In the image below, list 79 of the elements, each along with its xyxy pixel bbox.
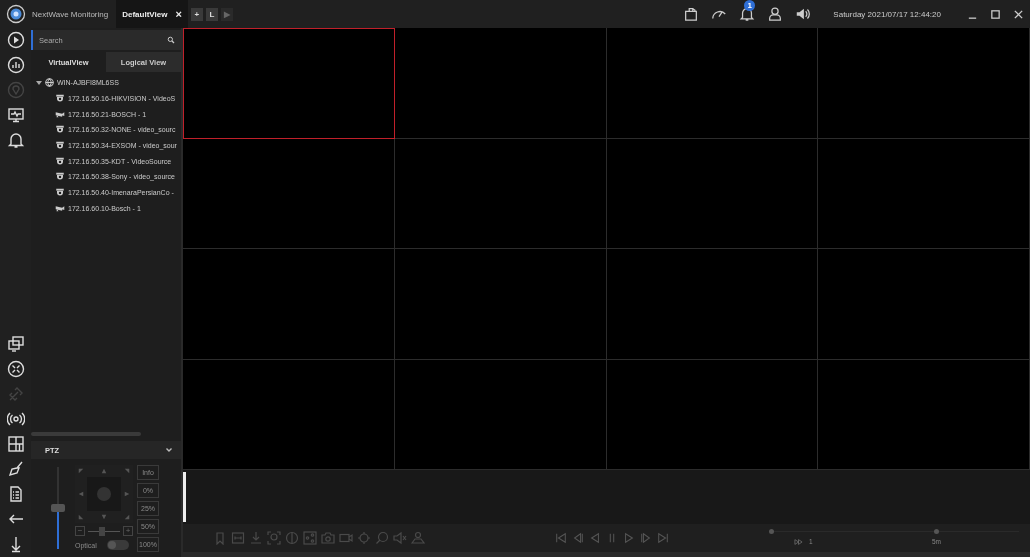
play-icon[interactable]: [6, 31, 25, 49]
pan-arrow-icon[interactable]: [78, 491, 84, 497]
pan-arrow-icon[interactable]: [78, 468, 84, 474]
skip-end-icon[interactable]: [657, 532, 669, 544]
layout-icon[interactable]: [6, 435, 25, 453]
video-tile[interactable]: [818, 138, 1030, 249]
dome-camera-icon: [55, 188, 65, 198]
notification-badge: 1: [744, 0, 756, 11]
video-tile[interactable]: [394, 359, 607, 470]
optical-toggle[interactable]: [106, 540, 129, 550]
expand-caret-icon[interactable]: [36, 79, 42, 86]
video-tile[interactable]: [183, 249, 395, 360]
video-tile[interactable]: [606, 28, 819, 139]
broadcast-icon[interactable]: [6, 410, 25, 428]
dome-camera-icon: [55, 94, 65, 104]
close-button[interactable]: ×: [175, 8, 182, 20]
fit-width-icon[interactable]: [231, 531, 245, 545]
video-tile[interactable]: [183, 28, 395, 139]
dome-camera-icon: [55, 125, 65, 135]
app-title: NextWave Monitoring: [32, 9, 109, 19]
date-time: Saturday 2021/07/17 12:44:20: [833, 9, 941, 19]
person-icon[interactable]: [411, 531, 425, 545]
maximize-icon[interactable]: [990, 8, 1001, 20]
video-tile[interactable]: [394, 28, 607, 139]
pan-arrow-icon[interactable]: [101, 468, 107, 474]
speed-slider-handle[interactable]: [769, 529, 774, 534]
search-icon[interactable]: [167, 36, 175, 44]
download-icon[interactable]: [249, 531, 263, 545]
screens-icon[interactable]: [6, 335, 25, 353]
contrast-icon[interactable]: [285, 531, 299, 545]
pan-arrow-icon[interactable]: [124, 468, 130, 474]
video-tile[interactable]: [818, 249, 1030, 360]
close-icon[interactable]: [1013, 8, 1024, 20]
play-reverse-icon[interactable]: [589, 532, 601, 544]
user-icon[interactable]: [767, 6, 784, 22]
range-slider-handle[interactable]: [934, 529, 939, 534]
video-icon[interactable]: [339, 531, 353, 545]
video-tile[interactable]: [394, 138, 607, 249]
view-tab[interactable]: DefaultView ×: [116, 0, 188, 28]
target-icon[interactable]: [357, 531, 371, 545]
video-tile[interactable]: [394, 249, 607, 360]
dome-camera-icon: [55, 172, 65, 182]
video-tile[interactable]: [606, 249, 819, 360]
bookmark-icon[interactable]: [213, 531, 227, 545]
video-tile[interactable]: [183, 359, 395, 470]
video-tile[interactable]: [818, 359, 1030, 470]
tab-action-button[interactable]: L: [205, 7, 218, 21]
pan-arrow-icon[interactable]: [78, 514, 84, 520]
tab-action-button[interactable]: +: [190, 7, 203, 21]
chart-icon[interactable]: [6, 56, 25, 74]
fast-forward-icon[interactable]: [794, 538, 803, 545]
step-forward-icon[interactable]: [640, 532, 652, 544]
pan-arrow-icon[interactable]: [124, 491, 130, 497]
video-tile[interactable]: [606, 359, 819, 470]
video-tile[interactable]: [183, 138, 395, 249]
globe-icon: [45, 78, 54, 88]
video-tile[interactable]: [606, 138, 819, 249]
monitor-icon[interactable]: [6, 106, 25, 124]
joystick-knob[interactable]: [97, 487, 111, 501]
bell-icon[interactable]: [739, 6, 756, 22]
expand-icon[interactable]: [6, 360, 25, 378]
video-tile[interactable]: [818, 28, 1030, 139]
clipboard-icon[interactable]: [683, 6, 700, 22]
pan-arrow-icon[interactable]: [124, 514, 130, 520]
brush-icon[interactable]: [6, 460, 25, 478]
camera-icon[interactable]: [321, 531, 335, 545]
dome-camera-icon: [55, 141, 65, 151]
speaker-icon[interactable]: [795, 6, 812, 22]
pan-arrow-icon[interactable]: [101, 514, 107, 520]
dome-camera-icon: [55, 156, 65, 166]
step-back-icon[interactable]: [572, 532, 584, 544]
face-scan-icon[interactable]: [267, 531, 281, 545]
chevron-icon[interactable]: [165, 446, 173, 454]
zoom-icon[interactable]: [375, 531, 389, 545]
app-logo-icon: [6, 4, 26, 24]
share-icon[interactable]: [303, 531, 317, 545]
speed-slider[interactable]: [51, 467, 65, 549]
skip-start-icon[interactable]: [555, 532, 567, 544]
bell-icon[interactable]: [6, 131, 25, 149]
